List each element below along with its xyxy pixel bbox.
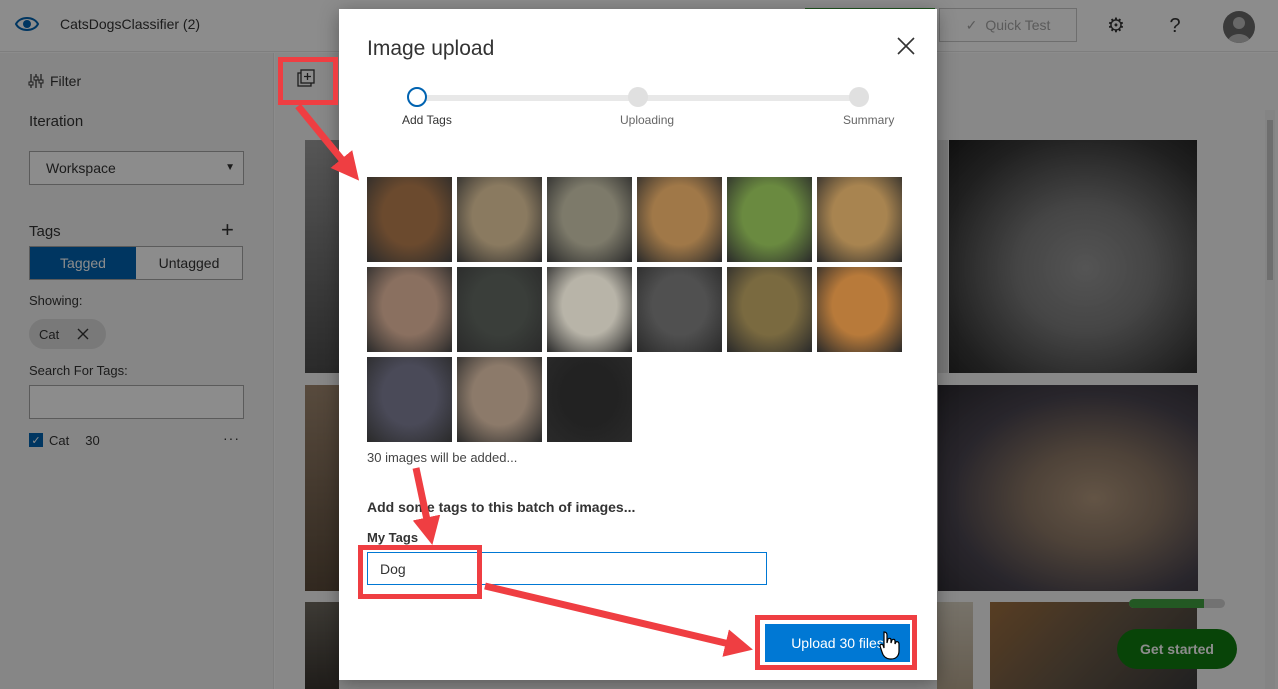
callout-box-upload-button <box>755 615 917 670</box>
step-dot-add-tags <box>407 87 427 107</box>
thumbnail-image <box>727 177 812 262</box>
callout-box-add-images <box>278 57 338 105</box>
thumbnail-image <box>457 177 542 262</box>
dialog-title: Image upload <box>367 37 495 60</box>
upload-stepper: Add Tags Uploading Summary <box>339 85 937 145</box>
step-dot-uploading <box>628 87 648 107</box>
close-icon[interactable] <box>895 35 917 57</box>
thumbnail-image <box>367 177 452 262</box>
thumbnail-image <box>457 267 542 352</box>
callout-box-tag-input <box>358 545 482 599</box>
thumbnail-image <box>727 267 812 352</box>
batch-tags-heading: Add some tags to this batch of images... <box>367 499 636 515</box>
thumbnail-image <box>547 177 632 262</box>
thumbnail-image <box>817 177 902 262</box>
thumbnail-image <box>547 357 632 442</box>
thumbnail-image <box>367 357 452 442</box>
step-label-summary: Summary <box>843 113 895 127</box>
step-dot-summary <box>849 87 869 107</box>
step-label-add-tags: Add Tags <box>402 113 452 127</box>
thumbnail-image <box>637 267 722 352</box>
thumbnail-image <box>547 267 632 352</box>
thumbnail-image <box>367 267 452 352</box>
thumbnail-image <box>817 267 902 352</box>
step-label-uploading: Uploading <box>620 113 675 127</box>
images-added-text: 30 images will be added... <box>367 450 518 465</box>
my-tags-label: My Tags <box>367 530 419 545</box>
thumbnail-image <box>457 357 542 442</box>
thumbnail-image <box>637 177 722 262</box>
